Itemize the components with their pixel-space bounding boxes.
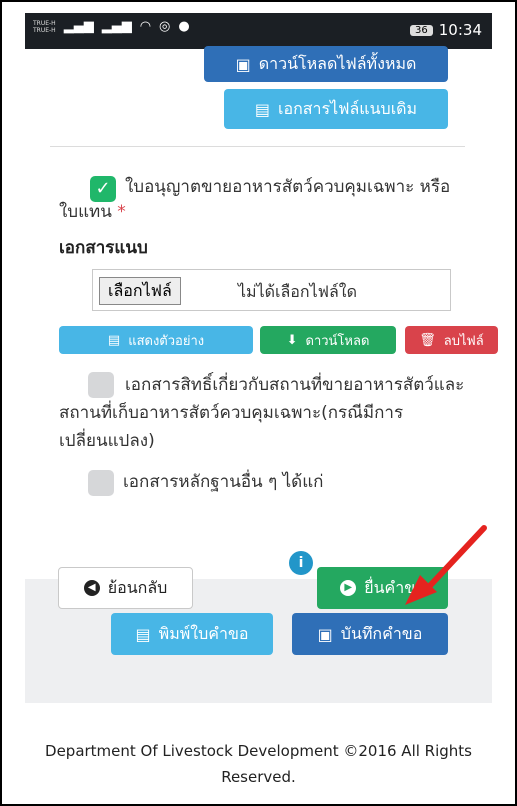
back-arrow-icon: ◀ (83, 580, 100, 596)
trash-icon: 🗑 (419, 332, 436, 348)
footer-copyright: Department Of Livestock Development ©201… (45, 742, 472, 786)
signal-2-icon: ▂▄▆ (101, 19, 132, 34)
save-button[interactable]: ▣ บันทึกคำขอ (292, 613, 448, 655)
back-button[interactable]: ◀ ย้อนกลับ (58, 567, 193, 609)
other-docs-checkbox[interactable] (88, 470, 114, 496)
carrier-labels: TRUE-H TRUE-H (33, 20, 56, 34)
original-docs-label: เอกสารไฟล์แนบเดิม (278, 98, 418, 118)
clock: 10:34 (438, 21, 482, 39)
required-mark: * (117, 202, 126, 222)
download-icon: ⬇ (286, 332, 298, 348)
form-card: ▣ ดาวน์โหลดไฟล์ทั้งหมด ▤ เอกสารไฟล์แนบเด… (25, 46, 498, 579)
print-label: พิมพ์ใบคำขอ (158, 623, 249, 643)
submit-button[interactable]: ▶ ยื่นคำขอ (317, 567, 448, 609)
download-button[interactable]: ⬇ ดาวน์โหลด (260, 326, 396, 354)
download-all-button[interactable]: ▣ ดาวน์โหลดไฟล์ทั้งหมด (204, 46, 448, 82)
attachment-heading: เอกสารแนบ (59, 238, 148, 258)
preview-icon: ▤ (107, 332, 121, 348)
other-docs-label: เอกสารหลักฐานอื่น ๆ ได้แก่ (123, 472, 324, 492)
submit-arrow-icon: ▶ (340, 580, 357, 596)
delete-file-button[interactable]: 🗑 ลบไฟล์ (405, 326, 498, 354)
document-icon: ▤ (254, 99, 270, 119)
download-label: ดาวน์โหลด (305, 333, 370, 349)
carrier-1: TRUE-H (33, 19, 56, 27)
print-button[interactable]: ▤ พิมพ์ใบคำขอ (111, 613, 273, 655)
file-download-icon: ▣ (235, 54, 251, 74)
instagram-icon: ◎ (159, 19, 171, 34)
preview-button[interactable]: ▤ แสดงตัวอย่าง (59, 326, 253, 354)
status-left: TRUE-H TRUE-H ▂▄▆ ▂▄▆ ◠ ◎ ● (33, 19, 190, 34)
info-badge[interactable]: i (289, 551, 313, 575)
section-divider (50, 146, 465, 147)
download-all-label: ดาวน์โหลดไฟล์ทั้งหมด (258, 53, 417, 73)
delete-label: ลบไฟล์ (443, 333, 484, 349)
wifi-icon: ◠ (139, 19, 152, 34)
status-bar: TRUE-H TRUE-H ▂▄▆ ▂▄▆ ◠ ◎ ● 36 10:34 (25, 13, 492, 49)
choose-file-button[interactable]: เลือกไฟล์ (99, 277, 181, 305)
submit-label: ยื่นคำขอ (364, 577, 425, 597)
signal-icon: ▂▄▆ (63, 19, 94, 34)
land-docs-label: เอกสารสิทธิ์เกี่ยวกับสถานที่ขายอาหารสัตว… (59, 375, 465, 451)
battery-icon: 36 (410, 24, 433, 36)
back-label: ย้อนกลับ (107, 577, 168, 597)
license-label: ใบอนุญาตขายอาหารสัตว์ควบคุมเฉพาะ หรือใบแ… (59, 175, 459, 225)
save-label: บันทึกคำขอ (340, 623, 423, 643)
save-icon: ▣ (317, 624, 333, 644)
preview-label: แสดงตัวอย่าง (128, 333, 205, 349)
chat-icon: ● (178, 19, 190, 34)
carrier-2: TRUE-H (33, 26, 56, 34)
form-panel: ▣ ดาวน์โหลดไฟล์ทั้งหมด ▤ เอกสารไฟล์แนบเด… (25, 46, 498, 703)
status-right: 36 10:34 (410, 21, 482, 39)
print-icon: ▤ (135, 624, 151, 644)
no-file-label: ไม่ได้เลือกไฟล์ใด (238, 282, 357, 301)
original-docs-button[interactable]: ▤ เอกสารไฟล์แนบเดิม (224, 89, 448, 129)
file-input[interactable]: เลือกไฟล์ ไม่ได้เลือกไฟล์ใด (92, 269, 451, 311)
